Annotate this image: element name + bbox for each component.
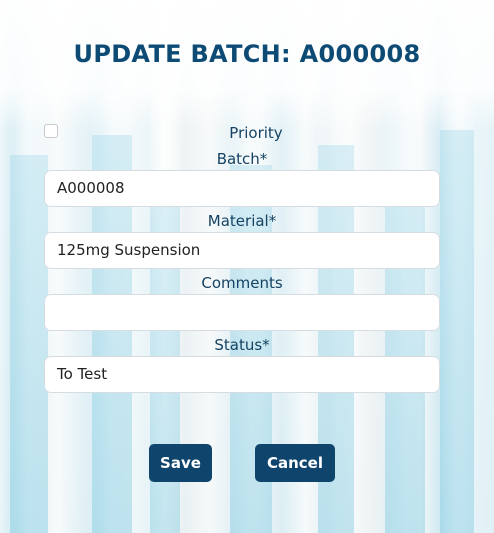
priority-label: Priority [229,124,283,142]
page-title: UPDATE BATCH: A000008 [73,40,421,68]
save-button[interactable]: Save [149,444,212,482]
batch-label: Batch* [216,150,268,168]
background-tube [10,95,48,533]
comments-input[interactable] [44,294,440,331]
cancel-button[interactable]: Cancel [255,444,335,482]
material-label: Material* [207,212,277,230]
status-label: Status* [214,336,270,354]
status-input[interactable]: To Test [44,356,440,393]
update-batch-dialog: UPDATE BATCH: A000008 Priority Batch* A0… [0,0,494,533]
background-tube [440,95,474,533]
material-input[interactable]: 125mg Suspension [44,232,440,269]
priority-checkbox[interactable] [44,124,58,138]
comments-label: Comments [201,274,283,292]
batch-input[interactable]: A000008 [44,170,440,207]
